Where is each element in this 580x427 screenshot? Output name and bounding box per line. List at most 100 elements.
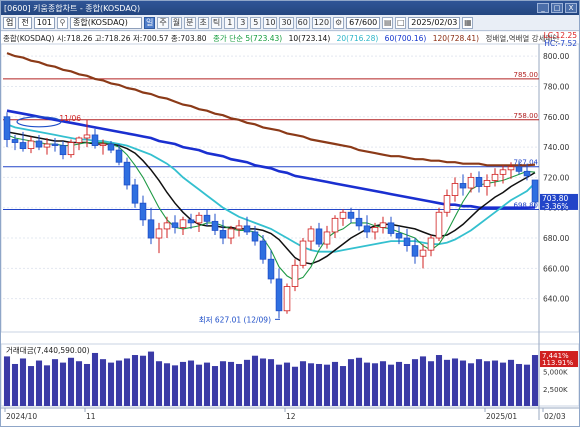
volume-bar <box>131 355 139 406</box>
volume-bar <box>83 363 91 406</box>
candle-body <box>19 142 27 149</box>
interval-120-button[interactable]: 120 <box>311 16 332 29</box>
volume-bar <box>179 361 187 406</box>
volume-bar <box>19 358 27 406</box>
volume-bar <box>435 355 443 406</box>
settings-icon[interactable]: ⚙ <box>333 16 345 29</box>
candle-body <box>139 202 147 221</box>
volume-change-label: 113.91% <box>542 359 573 367</box>
level-label: 785.00 <box>514 71 539 79</box>
index-name-field: 종합(KOSDAQ) <box>70 16 143 29</box>
candle-body <box>219 230 227 239</box>
volume-bar <box>451 358 459 406</box>
candle-body <box>3 116 11 140</box>
volume-bar <box>195 364 203 406</box>
period-week-tab[interactable]: 주 <box>157 16 169 29</box>
candle-body <box>291 264 299 287</box>
candle-body <box>355 217 363 227</box>
chart-legend: 종합(KOSDAQ) 시:718.26 고:718.26 저:700.57 종:… <box>3 33 563 44</box>
candle-body <box>227 228 235 239</box>
volume-bar <box>75 361 83 406</box>
candle-body <box>99 143 107 146</box>
calendar-icon[interactable]: ▦ <box>462 16 474 29</box>
interval-1-button[interactable]: 1 <box>224 16 236 29</box>
candle <box>435 207 443 242</box>
volume-bar <box>411 359 419 406</box>
title-bar: [0600] 키움종합차트 - 종합(KOSDAQ) _ □ X <box>1 1 579 15</box>
type-select[interactable]: 전 <box>18 16 32 29</box>
lc-hc-readout: LC:12.25 HC:-7.52 <box>544 32 577 48</box>
period-second-tab[interactable]: 초 <box>197 16 209 29</box>
maximize-button[interactable]: □ <box>551 3 563 13</box>
price-tick-label: 640.00 <box>543 295 569 304</box>
search-icon[interactable]: ⚲ <box>57 16 69 29</box>
volume-bar <box>51 359 59 406</box>
volume-bar <box>307 363 315 406</box>
chart-area[interactable]: 800.00780.00760.00740.00720.00700.00680.… <box>1 32 579 426</box>
price-tick-label: 660.00 <box>543 264 569 273</box>
period-tick-tab[interactable]: 틱 <box>210 16 223 29</box>
volume-bar <box>35 360 43 406</box>
volume-bar <box>275 364 283 406</box>
period-day-tab[interactable]: 일 <box>144 16 156 29</box>
volume-bar <box>211 366 219 406</box>
volume-bar <box>347 359 355 406</box>
candle-body <box>507 166 515 171</box>
market-select[interactable]: 업 <box>3 16 17 29</box>
candle-body <box>155 228 163 239</box>
volume-bar <box>507 359 515 406</box>
volume-tick-label: 2,500K <box>543 386 568 394</box>
volume-bar <box>227 361 235 406</box>
candle-body <box>363 225 371 233</box>
price-chart[interactable]: 800.00780.00760.00740.00720.00700.00680.… <box>1 32 579 426</box>
volume-bar <box>515 363 523 406</box>
period-minute-tab[interactable]: 분 <box>184 16 196 29</box>
volume-bar <box>99 359 107 406</box>
window-title: [0600] 키움종합차트 - 종합(KOSDAQ) <box>4 3 141 13</box>
candle <box>283 283 291 314</box>
volume-bar <box>363 362 371 406</box>
code-input[interactable]: 101 <box>33 16 56 29</box>
candle-body <box>299 240 307 266</box>
volume-bar <box>427 361 435 406</box>
date-input[interactable]: 2025/02/03 <box>408 16 461 29</box>
candle-body <box>411 245 419 257</box>
volume-bar <box>379 361 387 406</box>
candle-body <box>163 222 171 230</box>
count-field[interactable]: 67/600 <box>346 16 381 29</box>
volume-bar <box>499 362 507 406</box>
price-tick-label: 780.00 <box>543 82 569 91</box>
volume-bar <box>139 355 147 406</box>
candle-body <box>35 140 43 148</box>
volume-bar <box>443 359 451 406</box>
candle-body <box>147 219 155 239</box>
period-month-tab[interactable]: 월 <box>170 16 183 29</box>
minimize-button[interactable]: _ <box>537 3 549 13</box>
interval-10-button[interactable]: 10 <box>263 16 278 29</box>
volume-bar <box>387 364 395 406</box>
candle-body <box>123 161 131 186</box>
ma20-legend: 20(716.28) <box>336 34 379 43</box>
volume-bar <box>283 362 291 406</box>
candle <box>123 157 131 190</box>
candle-body <box>443 195 451 213</box>
volume-bar <box>403 363 411 406</box>
volume-tick-label: 5,000K <box>543 369 568 377</box>
volume-bar <box>107 362 115 406</box>
interval-5-button[interactable]: 5 <box>250 16 262 29</box>
volume-bar <box>371 363 379 406</box>
close-button[interactable]: X <box>565 3 577 13</box>
interval-3-button[interactable]: 3 <box>237 16 249 29</box>
candle-body <box>187 219 195 224</box>
candle-body <box>451 183 459 196</box>
ohlc-label: 종합(KOSDAQ) 시:718.26 고:718.26 저:700.57 종:… <box>3 34 207 43</box>
candle-body <box>179 219 187 228</box>
interval-60-button[interactable]: 60 <box>295 16 310 29</box>
interval-30-button[interactable]: 30 <box>279 16 294 29</box>
lock-icon[interactable]: □ <box>395 16 407 29</box>
candle-body <box>323 231 331 245</box>
candle-body <box>475 176 483 187</box>
candle-body <box>347 211 355 219</box>
chart-type-icon[interactable]: ▤ <box>382 16 394 29</box>
volume-bar <box>43 365 51 406</box>
